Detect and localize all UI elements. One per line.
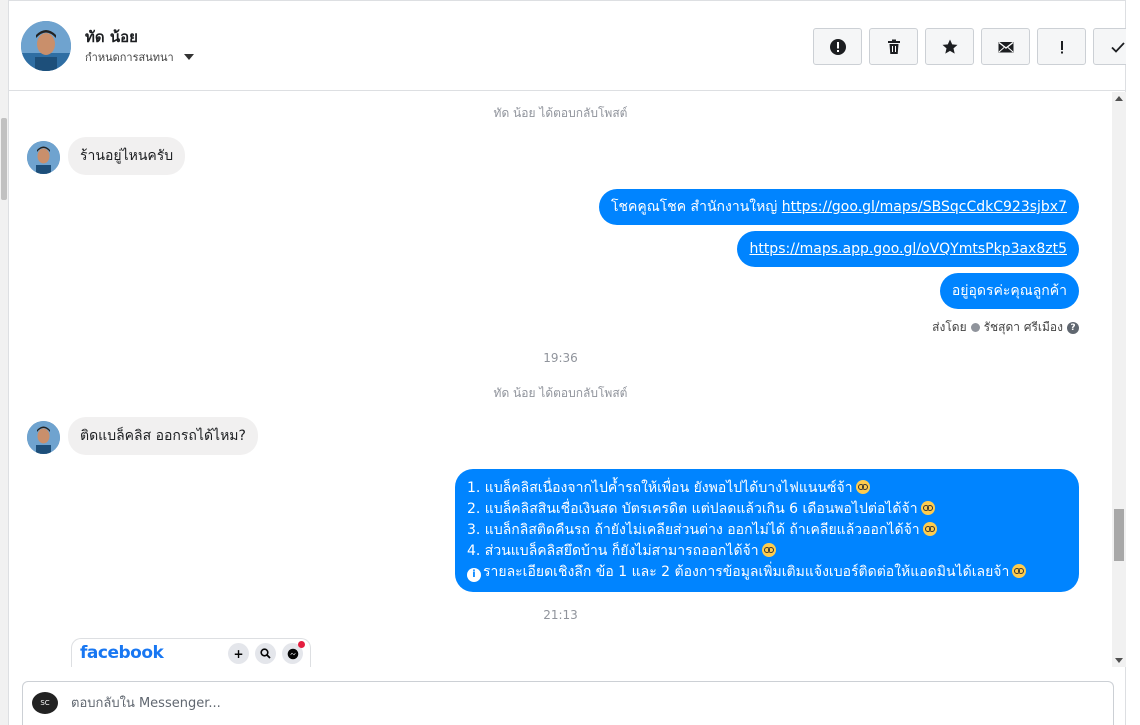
sender-avatar <box>27 421 60 454</box>
conversation-header: ทัด น้อย กำหนดการสนทนา <box>9 0 1140 91</box>
system-note: ทัด น้อย ได้ตอบกลับโพสต์ <box>493 106 628 120</box>
messenger-icon <box>282 641 305 664</box>
incoming-message: ติดแบล็คลิส ออกรถได้ไหม? <box>68 417 258 455</box>
outgoing-message: https://maps.app.goo.gl/oVQYmtsPkp3ax8zt… <box>737 231 1079 267</box>
facebook-logo: facebook <box>80 643 164 663</box>
mark-unread-button[interactable] <box>981 28 1030 65</box>
sent-by-name: รัชสุดา ศรีเมือง <box>983 320 1063 334</box>
assign-conversation-dropdown[interactable]: กำหนดการสนทนา <box>85 48 194 66</box>
outer-scrollbar-thumb[interactable] <box>1 118 7 200</box>
emoji-icon <box>920 501 935 515</box>
emoji-icon <box>761 543 776 557</box>
thread-scrollbar-thumb[interactable] <box>1114 509 1124 561</box>
exclamation-icon <box>1060 40 1063 53</box>
outer-scrollbar[interactable] <box>0 0 8 725</box>
list-item: i รายละเอียดเชิงลึก ข้อ 1 และ 2 ต้องการข้… <box>467 562 1067 583</box>
thread-scrollbar[interactable] <box>1112 92 1126 667</box>
page-avatar: SC <box>32 692 58 714</box>
search-icon <box>255 643 276 664</box>
map-link[interactable]: https://goo.gl/maps/SBSqcCdkC923sjbx7 <box>782 199 1067 215</box>
help-icon[interactable]: ? <box>1067 321 1079 334</box>
outgoing-message: อยู่อุดรค่ะคุณลูกค้า <box>939 273 1079 309</box>
star-button[interactable] <box>925 28 974 65</box>
outgoing-message-list: 1. แบล็คลิสเนื่องจากไปค้ำรถให้เพื่อน ยัง… <box>455 469 1079 592</box>
trash-icon <box>887 39 900 54</box>
delete-button[interactable] <box>869 28 918 65</box>
list-item: 1. แบล็คลิสเนื่องจากไปค้ำรถให้เพื่อน ยัง… <box>467 478 1067 499</box>
right-gutter <box>1126 0 1140 725</box>
list-item: 4. ส่วนแบล็คลิสยึดบ้าน ก็ยังไม่สามารถออก… <box>467 541 1067 562</box>
agent-badge-icon <box>970 323 980 332</box>
map-link[interactable]: https://maps.app.goo.gl/oVQYmtsPkp3ax8zt… <box>749 241 1067 257</box>
fb-card-icons: + <box>228 641 305 664</box>
list-item: 3. แบล็กลิสติดคืนรถ ถ้ายังไม่เคลียส่วนต่… <box>467 520 1067 541</box>
exclamation-circle-icon <box>829 38 846 55</box>
check-icon <box>1110 41 1125 53</box>
shared-facebook-card[interactable]: facebook + <box>71 638 311 667</box>
emoji-icon <box>922 522 937 536</box>
system-note: ทัด น้อย ได้ตอบกลับโพสต์ <box>493 386 628 400</box>
timestamp: 19:36 <box>543 351 578 365</box>
timestamp: 21:13 <box>543 608 578 622</box>
message-text: โชคคูณโชค สำนักงานใหญ่ <box>610 199 782 215</box>
reply-box: SC <box>22 681 1114 725</box>
contact-avatar[interactable] <box>21 21 71 71</box>
conversation-toolbar <box>813 28 1140 65</box>
incoming-message: ร้านอยู่ไหนครับ <box>68 137 186 175</box>
star-icon <box>942 39 957 54</box>
sent-by-line: ส่งโดย รัชสุดา ศรีเมือง ? <box>932 318 1079 337</box>
sent-by-label: ส่งโดย <box>932 320 967 334</box>
scroll-up-icon[interactable] <box>1115 96 1123 101</box>
info-icon: i <box>467 568 481 582</box>
sender-avatar <box>27 141 60 174</box>
outgoing-message: โชคคูณโชค สำนักงานใหญ่ https://goo.gl/ma… <box>598 189 1079 225</box>
message-thread[interactable]: ทัด น้อย ได้ตอบกลับโพสต์ ร้านอยู่ไหนครับ… <box>9 92 1112 667</box>
mark-spam-button[interactable] <box>813 28 862 65</box>
conversation-panel: ทัด น้อย กำหนดการสนทนา ทัด น้อย ได้ตอบกล… <box>8 0 1140 725</box>
emoji-icon <box>1012 564 1027 578</box>
caret-down-icon <box>183 54 194 60</box>
assign-conversation-label: กำหนดการสนทนา <box>85 51 174 64</box>
follow-up-button[interactable] <box>1037 28 1086 65</box>
contact-name[interactable]: ทัด น้อย <box>85 25 138 49</box>
list-item: 2. แบล็คลิสสินเชื่อเงินสด บัตรเครดิต แต่… <box>467 499 1067 520</box>
reply-input[interactable] <box>71 692 1071 714</box>
plus-icon: + <box>228 643 249 664</box>
notification-dot <box>298 641 305 648</box>
envelope-icon <box>998 41 1013 52</box>
emoji-icon <box>855 480 870 494</box>
scroll-down-icon[interactable] <box>1115 658 1123 663</box>
